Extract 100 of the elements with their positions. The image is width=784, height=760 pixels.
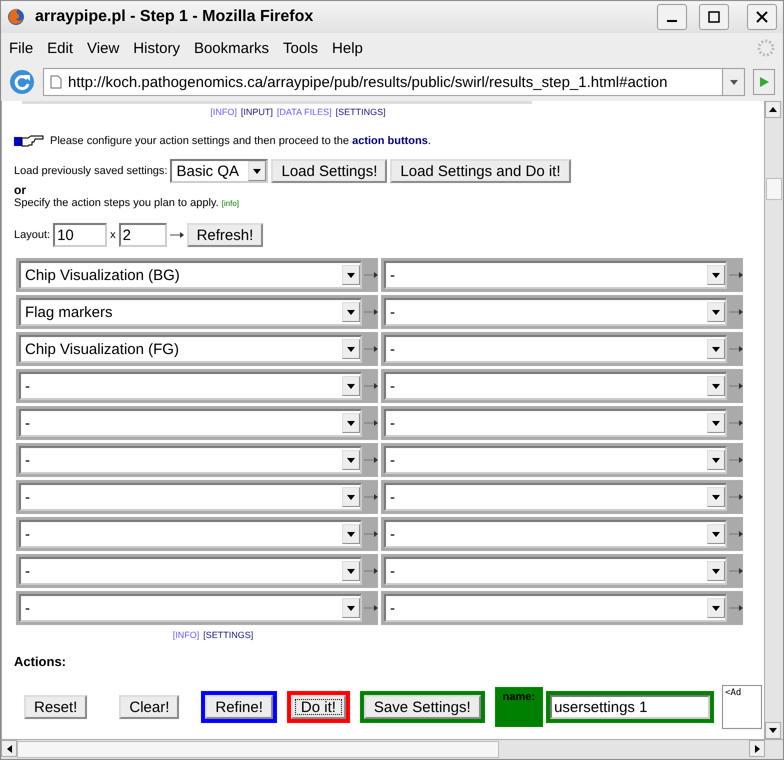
action-select[interactable]: -	[384, 335, 727, 363]
dropdown-button[interactable]	[707, 265, 725, 285]
action-select[interactable]: -	[384, 594, 727, 622]
arrow-down-icon	[769, 728, 777, 733]
dropdown-button[interactable]	[248, 161, 266, 181]
dropdown-button[interactable]	[342, 450, 360, 470]
dropdown-button[interactable]	[342, 413, 360, 433]
menu-item[interactable]: Help	[332, 40, 363, 56]
caret-icon	[712, 420, 720, 426]
dropdown-button[interactable]	[342, 561, 360, 581]
dropdown-button[interactable]	[707, 487, 725, 507]
actions-heading: Actions:	[14, 654, 67, 669]
nav-link[interactable]: [INPUT]	[240, 107, 273, 117]
nav-link[interactable]: [INFO]	[210, 107, 237, 117]
dropdown-button[interactable]	[707, 450, 725, 470]
close-button[interactable]	[747, 4, 777, 30]
action-select[interactable]: -	[19, 409, 362, 437]
instruction-text: Please configure your action settings and then proceed to the action buttons.	[50, 135, 431, 147]
action-button[interactable]: Reset!	[24, 695, 88, 719]
columns-field[interactable]: 2	[118, 223, 167, 247]
dropdown-button[interactable]	[707, 339, 725, 359]
action-select[interactable]: -	[384, 483, 727, 511]
action-select[interactable]: -	[19, 557, 362, 585]
preset-select[interactable]: Basic QA	[170, 159, 268, 183]
nav-link[interactable]: [INFO]	[172, 630, 200, 640]
minimize-button[interactable]	[657, 4, 687, 30]
scroll-up-button[interactable]	[765, 101, 781, 118]
dropdown-button[interactable]	[707, 598, 725, 618]
action-select[interactable]: -	[19, 520, 362, 548]
action-select[interactable]: -	[384, 298, 727, 326]
dropdown-button[interactable]	[342, 598, 360, 618]
notes-field[interactable]: <Ad	[722, 685, 762, 729]
action-select[interactable]: -	[19, 483, 362, 511]
scrollbar-thumb[interactable]	[766, 178, 782, 200]
menu-item[interactable]: File	[9, 40, 34, 56]
menu-item[interactable]: History	[133, 40, 180, 56]
scroll-down-button[interactable]	[765, 722, 781, 739]
arrow-up-icon	[769, 107, 777, 112]
caret-icon	[712, 568, 720, 574]
action-select[interactable]: -	[384, 409, 727, 437]
rows-field[interactable]: 10	[53, 223, 108, 247]
action-select[interactable]: -	[384, 446, 727, 474]
scroll-right-button[interactable]	[749, 740, 765, 757]
action-select[interactable]: -	[384, 557, 727, 585]
dropdown-button[interactable]	[342, 339, 360, 359]
menu-item[interactable]: Edit	[47, 40, 74, 56]
action-select[interactable]: -	[384, 261, 727, 289]
action-select[interactable]: Chip Visualization (FG)	[19, 335, 362, 363]
load-button[interactable]: Load Settings and Do it!	[390, 159, 570, 183]
address-bar[interactable]: http://koch.pathogenomics.ca/arraypipe/pub/results/public/swirl/results_step_1.html#action	[43, 68, 745, 96]
action-button[interactable]: Refine!	[205, 695, 273, 719]
arrow-icon	[729, 346, 743, 352]
action-select[interactable]: -	[19, 372, 362, 400]
scroll-left-button[interactable]	[1, 740, 17, 757]
action-button[interactable]: Clear!	[119, 695, 180, 719]
action-button[interactable]: Save Settings!	[364, 695, 481, 719]
play-icon	[758, 76, 770, 88]
dropdown-button[interactable]	[707, 524, 725, 544]
dropdown-button[interactable]	[342, 487, 360, 507]
go-button[interactable]	[753, 69, 775, 95]
name-field[interactable]: usersettings 1	[546, 691, 714, 723]
caret-icon	[347, 532, 355, 536]
caret-icon	[712, 458, 720, 462]
info-link[interactable]: [info]	[222, 198, 239, 208]
load-button[interactable]: Load Settings!	[271, 159, 388, 183]
arrow-icon	[364, 420, 378, 426]
action-select[interactable]: Chip Visualization (BG)	[19, 261, 362, 289]
menu-item[interactable]: Bookmarks	[194, 40, 269, 56]
action-select[interactable]: -	[19, 446, 362, 474]
load-settings-label: Load previously saved settings:	[14, 165, 168, 177]
caret-icon	[347, 568, 355, 574]
caret-icon	[253, 168, 262, 174]
menu-item[interactable]: View	[87, 40, 120, 56]
dropdown-button[interactable]	[342, 524, 360, 544]
dropdown-caret-icon[interactable]	[730, 80, 738, 84]
dropdown-button[interactable]	[707, 413, 725, 433]
menu-item[interactable]: Tools	[282, 40, 318, 56]
dropdown-button[interactable]	[707, 302, 725, 322]
or-text: or	[14, 183, 27, 197]
action-select[interactable]: Flag markers	[19, 298, 362, 326]
dropdown-button[interactable]	[342, 376, 360, 396]
caret-icon	[347, 384, 355, 388]
nav-link[interactable]: [SETTINGS]	[336, 107, 386, 117]
action-select[interactable]: -	[19, 594, 362, 622]
action-button[interactable]: Do it!	[290, 695, 346, 719]
arrow-icon	[729, 494, 743, 500]
caret-icon	[712, 272, 720, 278]
nav-link[interactable]: [DATA FILES]	[276, 107, 332, 117]
action-select[interactable]: -	[384, 520, 727, 548]
arrow-icon	[729, 420, 743, 426]
scrollbar-thumb[interactable]	[17, 741, 499, 758]
nav-link[interactable]: [SETTINGS]	[203, 630, 254, 640]
maximize-button[interactable]	[699, 4, 729, 30]
dropdown-button[interactable]	[342, 302, 360, 322]
action-select[interactable]: -	[384, 372, 727, 400]
dropdown-button[interactable]	[342, 265, 360, 285]
reload-icon[interactable]	[9, 69, 35, 95]
dropdown-button[interactable]	[707, 376, 725, 396]
dropdown-button[interactable]	[707, 561, 725, 581]
refresh-button[interactable]: Refresh!	[186, 223, 264, 247]
